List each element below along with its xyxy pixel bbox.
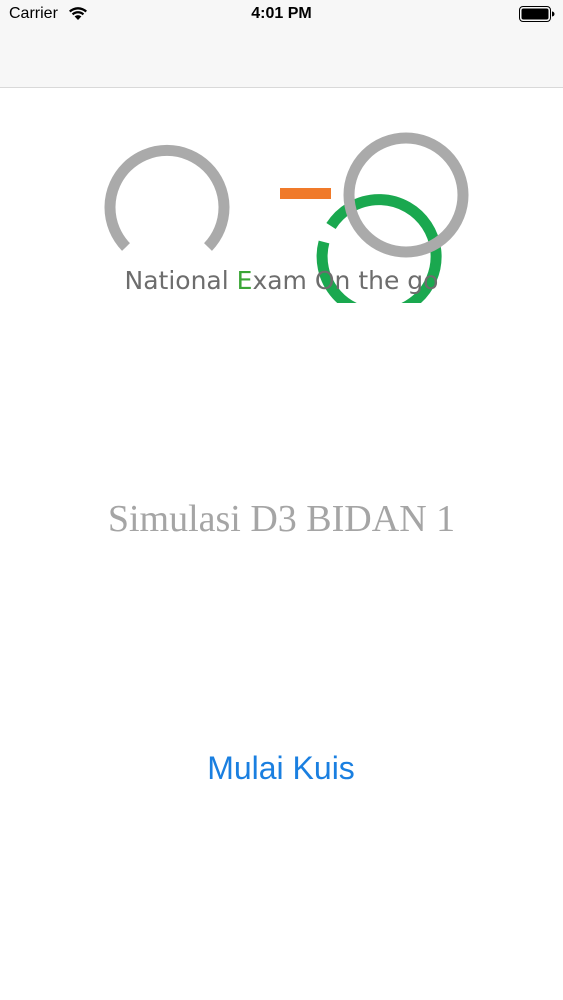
battery-full-icon [519,6,555,22]
logo-n-arc [104,144,230,251]
navigation-bar: Carrier 4:01 PM [0,0,563,88]
status-bar: Carrier 4:01 PM [0,0,563,30]
tagline-suffix: xam On the go [252,266,439,295]
start-quiz-button[interactable]: Mulai Kuis [181,742,381,794]
tagline-accent: E [236,266,253,295]
status-time: 4:01 PM [251,5,312,22]
quiz-title: Simulasi D3 BIDAN 1 [107,498,456,540]
logo-tagline: National Exam On the go [0,266,563,295]
tagline-prefix: National [124,266,237,295]
app-screen: Carrier 4:01 PM National Exam On the go … [0,0,563,1000]
logo-e-bar [280,188,331,199]
logo-o-circle [343,132,469,258]
